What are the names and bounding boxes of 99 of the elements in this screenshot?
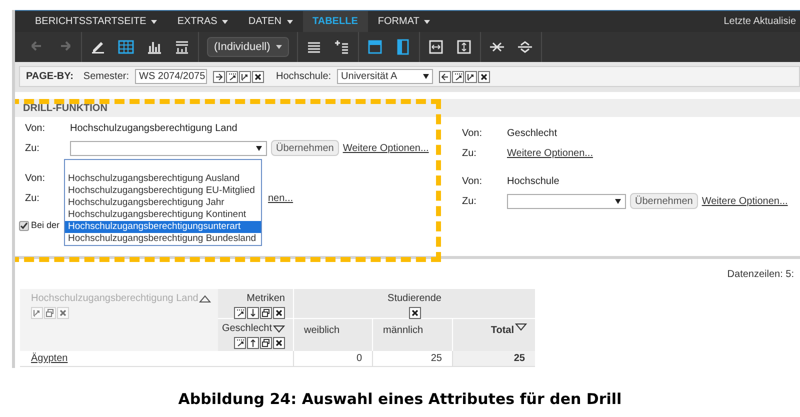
apply-button[interactable]: Übernehmen	[630, 193, 698, 209]
header-text: Studierende	[388, 292, 442, 306]
header-text: Metriken	[246, 292, 285, 306]
caret-icon	[424, 20, 430, 24]
windows-icon	[261, 338, 271, 348]
pivot-arrow-icon	[466, 72, 476, 82]
header-tool-button[interactable]	[408, 307, 420, 319]
field-value: Hochschulzugangsberechtigung Land	[70, 122, 238, 136]
filter-tool-button[interactable]	[465, 70, 478, 82]
filter-select[interactable]: Universität A	[337, 69, 434, 84]
filter-tool-button[interactable]	[239, 70, 251, 82]
pivot-arrow-icon	[227, 72, 237, 82]
filter-tool-button[interactable]	[252, 70, 264, 82]
column-header: männlich	[372, 319, 452, 351]
checkbox-label: Bei der	[31, 219, 60, 232]
arrow-icon	[235, 338, 245, 348]
field-label: Zu:	[462, 194, 478, 208]
arrow-icon	[248, 308, 258, 318]
menu-tab[interactable]: TABELLE	[302, 11, 368, 32]
caret-icon	[423, 74, 430, 79]
sort-down-icon	[515, 323, 527, 331]
figure-caption: Abbildung 24: Auswahl eines Attributes für den Drill	[178, 389, 622, 410]
table-cell: 25	[452, 351, 535, 367]
caret-icon	[256, 146, 262, 150]
row-count: Datenzeilen: 5:	[727, 268, 794, 282]
arrow-icon	[440, 72, 450, 82]
filter-tool-button[interactable]	[452, 70, 464, 82]
more-options-link[interactable]: Weitere Optionen...	[702, 194, 788, 208]
row-link[interactable]: Ägypten	[31, 351, 68, 366]
dropdown-option[interactable]: Hochschulzugangsberechtigungsunterart	[65, 220, 261, 232]
header-text: Geschlecht	[222, 322, 272, 336]
more-options-link[interactable]: nen...	[268, 190, 294, 206]
dropdown-option[interactable]: Hochschulzugangsberechtigung Kontinent	[65, 208, 261, 220]
header-text: Hochschulzugangsberechtigung Land	[31, 292, 198, 306]
arrow-icon	[235, 308, 245, 318]
header-tool-button[interactable]	[247, 337, 259, 349]
header-tool-button[interactable]	[234, 307, 246, 319]
header-tool-button[interactable]	[273, 337, 285, 349]
pivot-arrow-icon	[453, 72, 464, 82]
header-tool-button[interactable]	[260, 337, 272, 349]
field-label: Von:	[462, 126, 484, 140]
header-tool-button[interactable]	[260, 307, 272, 319]
field-label: Von:	[462, 174, 484, 188]
field-value: Geschlecht	[507, 126, 558, 140]
field-label: Von:	[25, 122, 46, 136]
panel-title: DRILL-FUNKTION	[23, 102, 108, 116]
close-icon	[58, 308, 68, 318]
caret-icon	[222, 20, 228, 24]
arrow-icon	[214, 72, 224, 82]
field-label: Zu:	[25, 142, 40, 156]
field-label: Von:	[25, 172, 46, 186]
sort-down-icon	[273, 324, 285, 332]
field-label: Zu:	[462, 146, 478, 160]
menu-tab[interactable]: FORMAT	[368, 11, 440, 32]
filter-tool-button[interactable]	[439, 70, 452, 82]
page-by-label: PAGE-BY:	[26, 70, 74, 84]
filter-label: Hochschule:	[276, 70, 332, 84]
caret-icon	[276, 45, 282, 49]
status-text: Letzte Aktualisie	[724, 15, 796, 29]
table-cell: 0	[293, 351, 372, 367]
dropdown-option[interactable]: Hochschulzugangsberechtigung Ausland	[65, 172, 261, 184]
menu-tab[interactable]: DATEN	[238, 11, 302, 32]
caret-icon	[615, 198, 621, 204]
more-options-link[interactable]: Weitere Optionen...	[507, 146, 593, 160]
check-icon	[20, 222, 28, 230]
arrow-icon	[32, 308, 42, 318]
filter-select[interactable]: WS 2074/2075	[135, 69, 207, 84]
arrow-icon	[248, 338, 258, 348]
windows-icon	[261, 308, 271, 318]
filter-tool-button[interactable]	[226, 70, 238, 82]
column-header: weiblich	[293, 319, 372, 351]
apply-button[interactable]: Übernehmen	[271, 140, 339, 156]
caret-icon	[286, 20, 292, 24]
menu-tab[interactable]: EXTRAS	[167, 11, 238, 32]
filter-tool-button[interactable]	[478, 70, 490, 82]
field-value: Hochschule	[507, 174, 560, 188]
header-tool-button[interactable]	[234, 337, 246, 349]
close-icon	[253, 72, 263, 82]
windows-icon	[45, 308, 55, 318]
header-tool-button[interactable]	[273, 307, 285, 319]
caret-icon	[151, 20, 158, 24]
field-label: Zu:	[25, 192, 40, 206]
sort-up-icon	[199, 294, 212, 302]
menu-tab[interactable]: BERICHTSSTARTSEITE	[25, 11, 168, 32]
filter-label: Semester:	[83, 70, 129, 84]
filter-tool-button[interactable]	[213, 70, 225, 82]
close-icon	[410, 308, 420, 318]
column-header: Total	[452, 319, 535, 351]
checkbox[interactable]	[19, 220, 29, 231]
view-select[interactable]: (Individuell)	[207, 37, 290, 57]
dropdown-option[interactable]: Hochschulzugangsberechtigung Jahr	[65, 196, 261, 208]
dropdown-option[interactable]: Hochschulzugangsberechtigung EU-Mitglied	[65, 184, 261, 196]
dropdown-option[interactable]: Hochschulzugangsberechtigung Bundesland	[65, 232, 261, 244]
more-options-link[interactable]: Weitere Optionen...	[342, 140, 429, 156]
close-icon	[274, 308, 284, 318]
close-icon	[274, 338, 284, 348]
close-icon	[479, 72, 490, 82]
pivot-arrow-icon	[240, 72, 250, 82]
header-tool-button[interactable]	[247, 307, 259, 319]
